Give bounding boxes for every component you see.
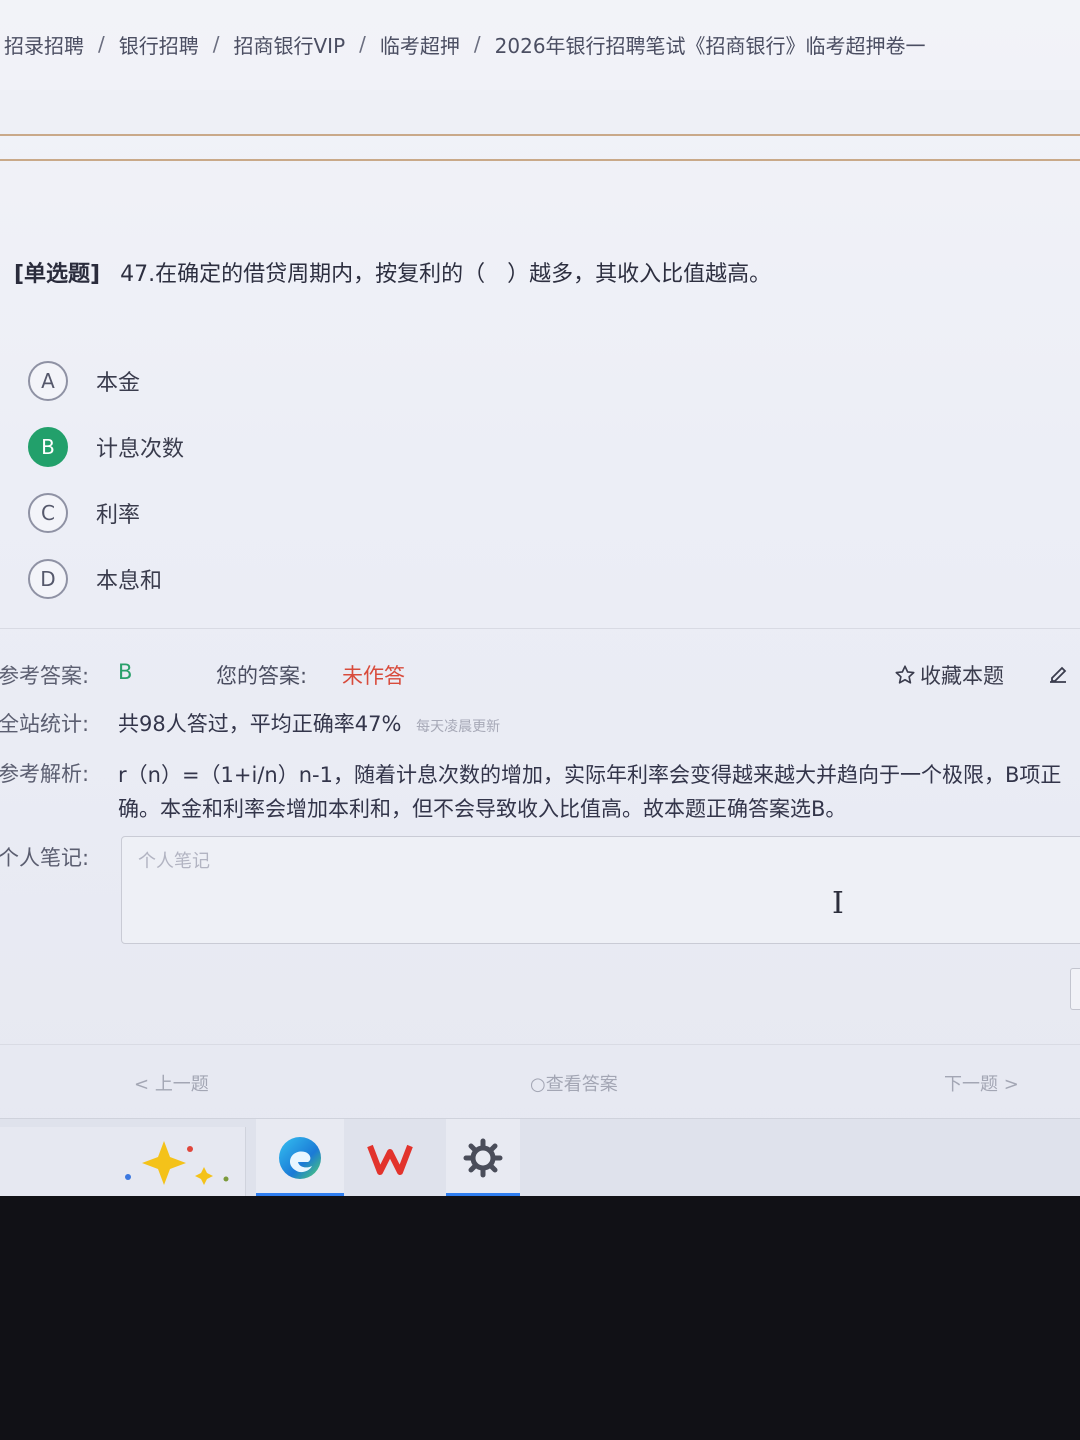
- breadcrumb-separator: /: [212, 32, 220, 56]
- edge-icon: [279, 1137, 321, 1179]
- text-cursor-icon: I: [832, 886, 844, 921]
- wps-icon: [367, 1144, 413, 1175]
- answer-row: 参考答案: B 您的答案: 未作答 收藏本题: [0, 660, 1080, 694]
- settings-button[interactable]: [446, 1119, 520, 1196]
- scroll-handle[interactable]: [1070, 968, 1080, 1010]
- option-a[interactable]: A 本金: [28, 348, 184, 414]
- edit-icon[interactable]: [1046, 662, 1070, 691]
- divider-line: [0, 159, 1080, 161]
- option-c[interactable]: C 利率: [28, 480, 184, 546]
- question: [单选题] 47.在确定的借贷周期内，按复利的（ ）越多，其收入比值越高。: [14, 256, 771, 288]
- stats-update-note: 每天凌晨更新: [416, 719, 501, 735]
- your-answer-value: 未作答: [342, 664, 405, 688]
- option-text: 利率: [96, 503, 141, 528]
- note-row: 个人笔记: 个人笔记: [0, 836, 1080, 952]
- settings-icon: [463, 1138, 503, 1178]
- edge-browser-button[interactable]: [256, 1119, 344, 1196]
- question-text: 47.在确定的借贷周期内，按复利的（ ）越多，其收入比值越高。: [120, 262, 772, 287]
- previous-label: 上一题: [154, 1074, 209, 1095]
- breadcrumb: 招录招聘 / 银行招聘 / 招商银行VIP / 临考超押 / 2026年银行招聘…: [4, 26, 926, 62]
- question-type-label: [单选题]: [14, 262, 101, 287]
- next-question-button[interactable]: 下一题 >: [944, 1070, 1019, 1096]
- sparkle-icon: [125, 1141, 229, 1185]
- browser-viewport: 招录招聘 / 银行招聘 / 招商银行VIP / 临考超押 / 2026年银行招聘…: [0, 0, 1080, 1196]
- breadcrumb-separator: /: [473, 32, 481, 56]
- option-d[interactable]: D 本息和: [28, 546, 184, 612]
- breadcrumb-separator: /: [98, 32, 105, 56]
- favorite-button[interactable]: 收藏本题: [894, 660, 1004, 690]
- stats-value: 共98人答过，平均正确率47% 每天凌晨更新: [118, 708, 500, 738]
- your-answer-label: 您的答案:: [216, 664, 308, 688]
- option-letter: D: [28, 559, 68, 599]
- option-text: 计息次数: [96, 437, 185, 462]
- reference-answer-label: 参考答案:: [0, 664, 90, 688]
- option-text: 本息和: [96, 569, 163, 594]
- divider-line: [0, 134, 1080, 136]
- stats-label: 全站统计:: [0, 712, 90, 736]
- option-letter: A: [28, 361, 68, 401]
- analysis-label: 参考解析:: [0, 762, 90, 786]
- stats-text: 共98人答过，平均正确率47%: [118, 712, 402, 736]
- option-letter: B: [28, 427, 68, 467]
- chevron-left-icon: <: [134, 1074, 155, 1095]
- nav-divider: [0, 1044, 1080, 1045]
- note-label: 个人笔记:: [0, 846, 90, 870]
- breadcrumb-item-cmb-vip[interactable]: 招商银行VIP: [234, 30, 346, 59]
- breadcrumb-item-current-paper: 2026年银行招聘笔试《招商银行》临考超押卷一: [494, 33, 926, 58]
- breadcrumb-separator: /: [359, 32, 366, 56]
- chevron-right-icon: >: [998, 1074, 1019, 1095]
- stats-row: 全站统计: 共98人答过，平均正确率47% 每天凌晨更新: [0, 708, 1080, 742]
- header-band: [0, 90, 1080, 134]
- view-answer-label: 查看答案: [545, 1074, 618, 1095]
- analysis-row: 参考解析: r（n）=（1+i/n）n-1，随着计息次数的增加，实际年利率会变得…: [0, 758, 1080, 828]
- analysis-text: r（n）=（1+i/n）n-1，随着计息次数的增加，实际年利率会变得越来越大并趋…: [118, 763, 1062, 821]
- option-text: 本金: [96, 371, 141, 396]
- breadcrumb-item-exam-push[interactable]: 临考超押: [380, 30, 460, 59]
- wps-office-button[interactable]: [346, 1119, 434, 1196]
- star-icon: [895, 665, 915, 684]
- section-divider: [0, 628, 1080, 629]
- laptop-bezel: [0, 1196, 1080, 1440]
- breadcrumb-item-recruitment[interactable]: 招录招聘: [4, 30, 84, 59]
- breadcrumb-item-bank[interactable]: 银行招聘: [119, 30, 199, 59]
- taskbar: [0, 1118, 1080, 1196]
- option-list: A 本金 B 计息次数 C 利率 D 本息和: [28, 348, 184, 612]
- chat-bubble-icon: ○: [530, 1074, 546, 1095]
- previous-question-button[interactable]: < 上一题: [134, 1070, 209, 1096]
- favorite-label: 收藏本题: [920, 664, 1004, 688]
- personal-note-input[interactable]: 个人笔记: [121, 836, 1080, 944]
- view-answer-button[interactable]: ○查看答案: [530, 1070, 618, 1096]
- next-label: 下一题: [944, 1074, 998, 1095]
- reference-answer-value: B: [118, 660, 133, 684]
- copilot-widget[interactable]: [0, 1127, 246, 1196]
- option-b[interactable]: B 计息次数: [28, 414, 184, 480]
- option-letter: C: [28, 493, 68, 533]
